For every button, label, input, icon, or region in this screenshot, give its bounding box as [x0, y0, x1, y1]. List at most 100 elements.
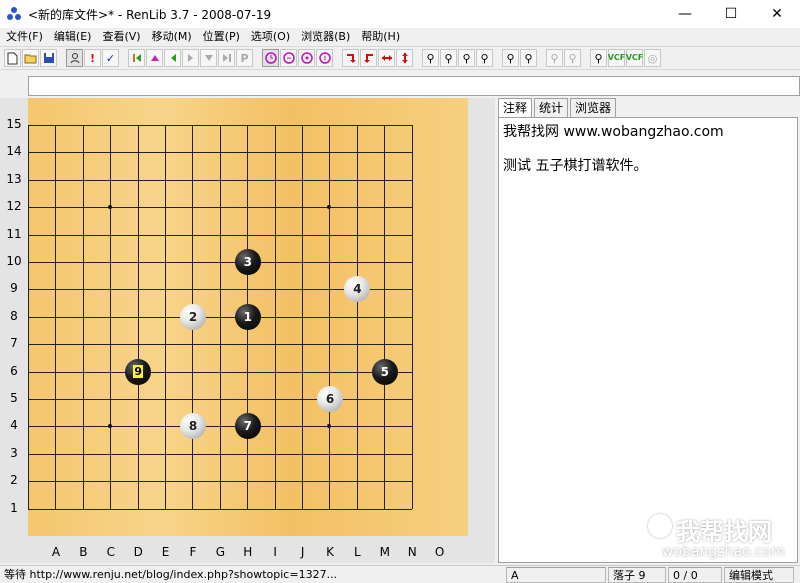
find-binoculars-icon[interactable]: ⚲ [422, 49, 439, 67]
black-stone[interactable]: 1 [234, 303, 261, 330]
swap-vertical-icon[interactable] [396, 49, 413, 67]
grid-line [28, 508, 412, 510]
find-binoculars-icon[interactable]: ⚲ [476, 49, 493, 67]
n-circle-icon[interactable] [298, 49, 315, 67]
find-binoculars-icon[interactable]: ⚲ [520, 49, 537, 67]
status-edit-mode: 编辑模式 [724, 566, 794, 583]
grid-line [28, 426, 412, 428]
grid-line [411, 125, 413, 509]
window-title: <新的库文件>* - RenLib 3.7 - 2008-07-19 [28, 7, 272, 22]
o-circle-icon[interactable] [316, 49, 333, 67]
column-label: D [133, 545, 143, 559]
row-label: 2 [10, 473, 18, 488]
move-number: 2 [188, 309, 198, 324]
swap-horizontal-icon[interactable] [378, 49, 395, 67]
grid-line [28, 344, 412, 346]
bend-right-arrow-icon[interactable] [360, 49, 377, 67]
menu-browser[interactable]: 浏览器(B) [295, 28, 355, 46]
up-triangle-icon[interactable] [146, 49, 163, 67]
address-field[interactable] [28, 76, 800, 96]
menu-file[interactable]: 文件(F) [0, 28, 48, 46]
grid-line [356, 125, 358, 509]
black-stone[interactable]: 3 [234, 249, 261, 275]
save-disk-icon[interactable] [40, 49, 57, 67]
row-label: 10 [6, 254, 22, 268]
column-label: M [379, 545, 390, 559]
vcf-icon[interactable]: VCF [626, 49, 643, 67]
find-binoculars-icon[interactable]: ⚲ [458, 49, 475, 67]
close-button[interactable]: ✕ [754, 0, 800, 28]
status-mode-letter: A [506, 566, 606, 583]
g-circle-icon[interactable] [280, 49, 297, 67]
menu-help[interactable]: 帮助(H) [355, 28, 405, 46]
column-label: E [161, 545, 170, 559]
row-label: 1 [10, 500, 18, 515]
watermark: 我帮找网 wobangzhao.com [640, 510, 800, 565]
tab-browser[interactable]: 浏览器 [570, 98, 617, 117]
maximize-button[interactable]: ☐ [708, 0, 754, 28]
move-number: 6 [325, 392, 335, 406]
column-label: N [407, 545, 417, 559]
tab-notes[interactable]: 注释 [498, 98, 533, 117]
black-stone[interactable]: 9 [125, 358, 152, 385]
checkmark-icon[interactable]: ✓ [102, 49, 119, 67]
forward-icon[interactable] [182, 49, 199, 67]
find-binoculars-icon[interactable]: ⚲ [590, 49, 607, 67]
find-binoculars-icon[interactable]: ⚲ [564, 49, 581, 67]
grid-line [219, 125, 221, 509]
menu-move[interactable]: 移动(M) [146, 28, 197, 46]
minimize-button[interactable]: — [662, 0, 708, 28]
column-label: I [273, 545, 277, 559]
person-icon[interactable] [66, 49, 83, 67]
move-number: 5 [380, 364, 389, 379]
renlib-window: <新的库文件>* - RenLib 3.7 - 2008-07-19 — ☐ ✕… [0, 0, 800, 583]
column-label: J [300, 545, 305, 559]
vcf-icon[interactable]: VCF [608, 49, 625, 67]
white-stone[interactable]: 2 [180, 303, 206, 330]
column-label: G [215, 545, 226, 559]
tab-stats[interactable]: 统计 [534, 98, 569, 117]
menu-options[interactable]: 选项(O) [245, 28, 295, 46]
last-move-icon[interactable] [218, 49, 235, 67]
p-icon[interactable]: P [236, 49, 253, 67]
black-stone[interactable]: 5 [371, 358, 398, 385]
notes-line-1: 我帮找网 www.wobangzhao.com [503, 124, 724, 140]
black-stone[interactable]: 7 [234, 413, 261, 440]
column-label: O [434, 545, 445, 559]
find-binoculars-icon[interactable]: ⚲ [440, 49, 457, 67]
menu-edit[interactable]: 编辑(E) [48, 28, 97, 46]
row-label: 9 [10, 281, 18, 296]
grid-line [28, 453, 412, 455]
white-stone[interactable]: 6 [317, 386, 343, 412]
clock-icon[interactable] [262, 49, 279, 67]
search-icon[interactable]: ◎ [644, 49, 661, 67]
find-binoculars-icon[interactable]: ⚲ [546, 49, 563, 67]
grid-line [28, 481, 412, 483]
first-move-icon[interactable] [128, 49, 145, 67]
new-file-icon[interactable] [4, 49, 21, 67]
bend-left-arrow-icon[interactable] [342, 49, 359, 67]
window-controls: — ☐ ✕ [662, 0, 800, 28]
row-label: 4 [10, 418, 18, 433]
toolbar: ! ✓ P ⚲ ⚲ ⚲ ⚲ ⚲ ⚲ ⚲ ⚲ ⚲ VCF VCF ◎ [0, 46, 800, 70]
menu-position[interactable]: 位置(P) [197, 28, 245, 46]
column-label: F [189, 545, 197, 559]
menu-bar: 文件(F) 编辑(E) 查看(V) 移动(M) 位置(P) 选项(O) 浏览器(… [0, 28, 800, 46]
menu-view[interactable]: 查看(V) [96, 28, 145, 46]
row-label: 7 [10, 336, 18, 351]
status-moves: 落子 9 [608, 566, 666, 583]
magnifier-icon [648, 514, 672, 538]
grid-line [384, 125, 386, 509]
grid-line [329, 125, 331, 509]
column-label: B [79, 545, 88, 559]
open-folder-icon[interactable] [22, 49, 39, 67]
watermark-text: 我帮找网 [676, 518, 772, 546]
exclamation-icon[interactable]: ! [84, 49, 101, 67]
title-bar: <新的库文件>* - RenLib 3.7 - 2008-07-19 — ☐ ✕ [0, 0, 800, 28]
board-panel: 15 14 13 12 11 10 9 8 7 6 5 4 3 2 1 123456789 [0, 98, 495, 563]
find-binoculars-icon[interactable]: ⚲ [502, 49, 519, 67]
back-icon[interactable] [164, 49, 181, 67]
down-triangle-icon[interactable] [200, 49, 217, 67]
move-number: 1 [243, 309, 252, 324]
notes-textarea[interactable]: 我帮找网 www.wobangzhao.com 测试 五子棋打谱软件。 [498, 117, 798, 563]
